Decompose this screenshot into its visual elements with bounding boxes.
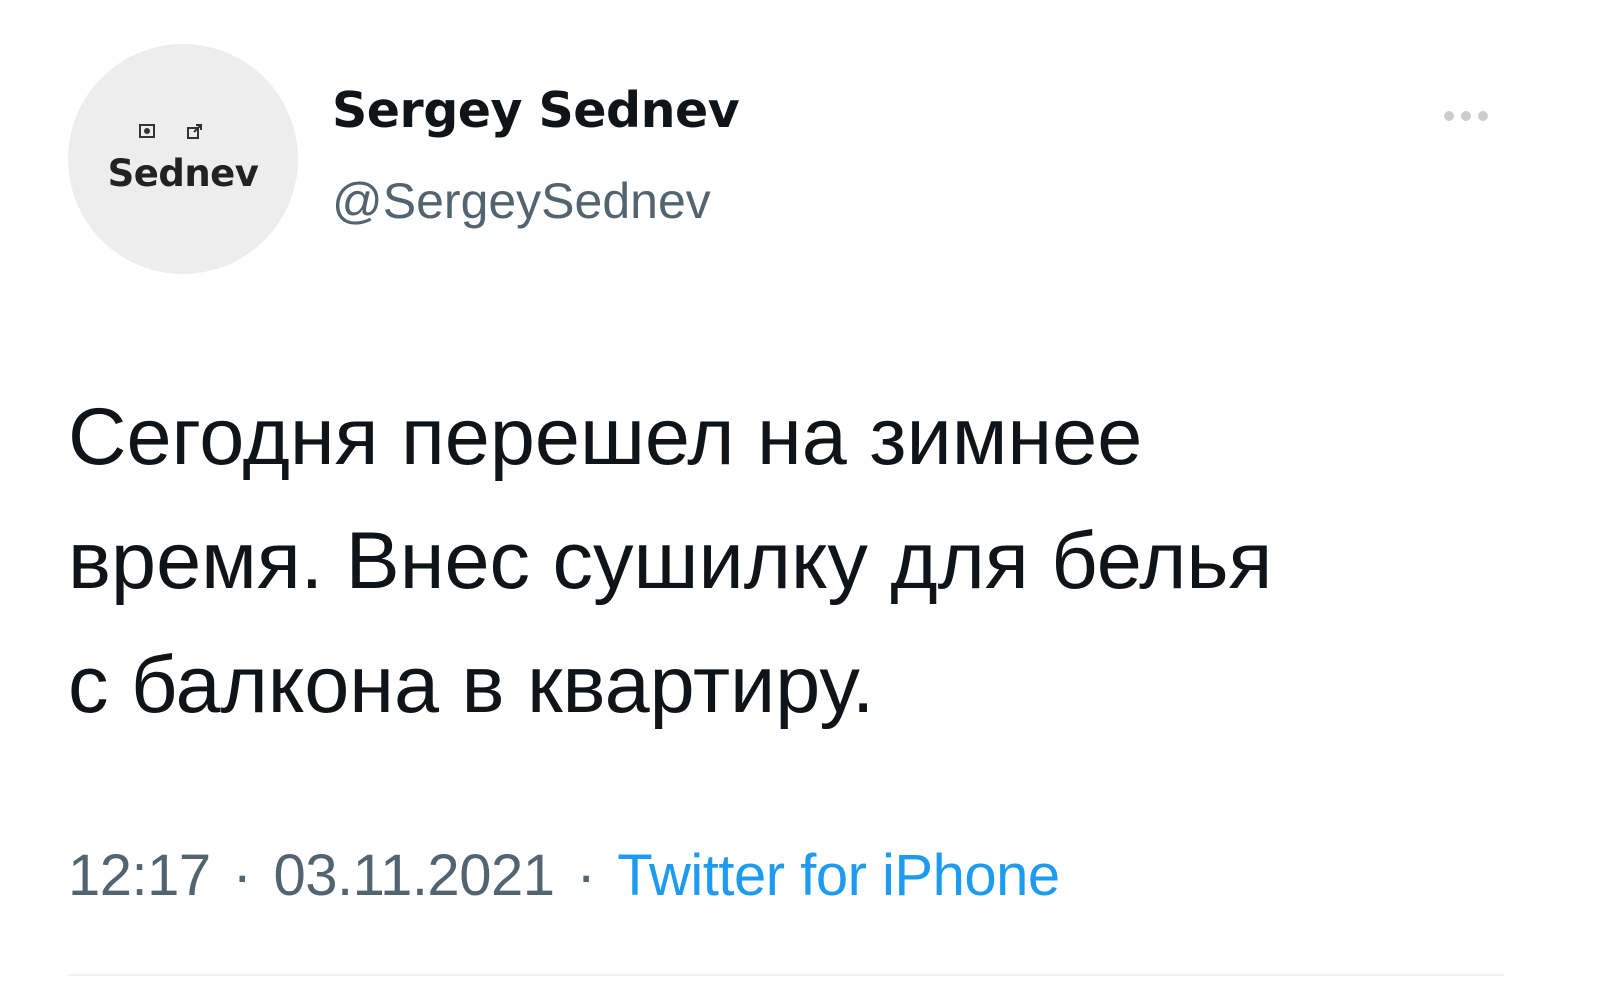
- avatar-icon-row: [139, 123, 203, 144]
- tweet-time[interactable]: 12:17: [68, 843, 211, 908]
- more-horizontal-icon-dot: [1444, 111, 1454, 121]
- avatar-logo-text: Sednev: [107, 152, 259, 195]
- tweet-text: Сегодня перешел на зимнее время. Внес су…: [68, 375, 1528, 747]
- tweet-card: Sednev Sergey Sednev @SergeySednev Сегод…: [0, 0, 1600, 1001]
- tweet-meta: 12:17 · 03.11.2021 · Twitter for iPhone: [68, 842, 1060, 909]
- tweet-text-line: с балкона в квартиру.: [68, 640, 875, 730]
- author-handle[interactable]: @SergeySednev: [332, 172, 711, 230]
- more-options-button[interactable]: [1428, 98, 1504, 134]
- meta-separator: ·: [232, 843, 252, 908]
- divider: [68, 974, 1504, 976]
- tweet-text-line: время. Внес сушилку для белья: [68, 516, 1273, 606]
- meta-separator: ·: [576, 843, 596, 908]
- tweet-text-line: Сегодня перешел на зимнее: [68, 392, 1143, 482]
- author-display-name[interactable]: Sergey Sednev: [332, 82, 740, 139]
- camera-icon: [139, 123, 155, 144]
- tweet-source-link[interactable]: Twitter for iPhone: [617, 843, 1060, 908]
- avatar[interactable]: Sednev: [68, 44, 298, 274]
- tweet-date[interactable]: 03.11.2021: [273, 843, 554, 908]
- more-horizontal-icon-dot: [1461, 111, 1471, 121]
- more-horizontal-icon-dot: [1478, 111, 1488, 121]
- share-icon: [187, 123, 203, 144]
